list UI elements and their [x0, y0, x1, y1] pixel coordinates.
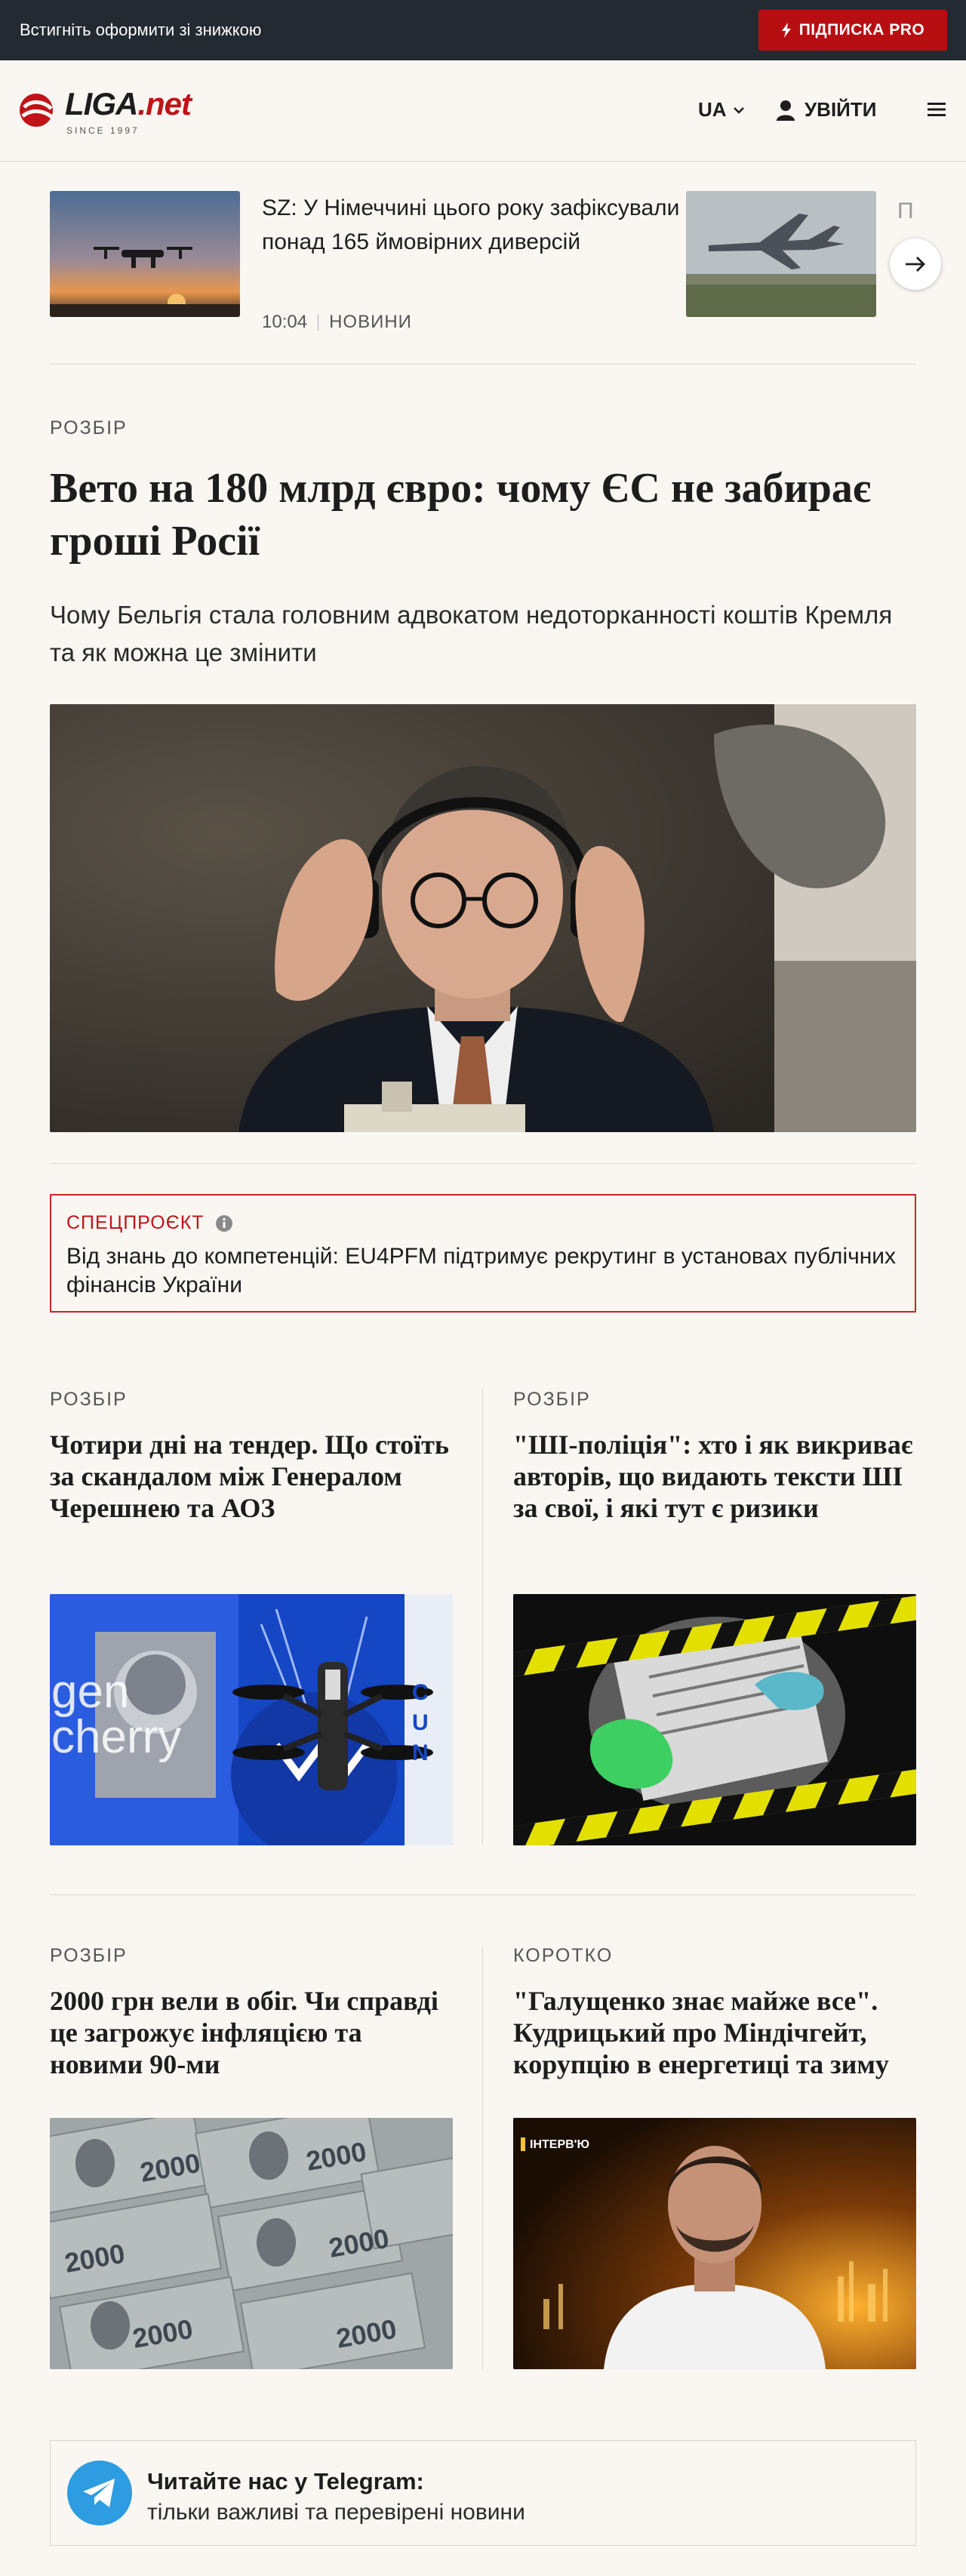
article-card[interactable]: РОЗБІР 2000 грн вели в обіг. Чи справді … [50, 1945, 453, 2080]
main-article-lead: Чому Бельгія стала головним адвокатом не… [50, 601, 893, 666]
divider [50, 1163, 916, 1164]
article-card[interactable]: КОРОТКО "Галущенко знає майже все". Кудр… [513, 1945, 916, 2080]
promo-text: Встигніть оформити зі знижкою [20, 20, 262, 39]
carousel-next-button[interactable] [890, 239, 941, 290]
article-card-title[interactable]: "Галущенко знає майже все". Кудрицький п… [513, 1985, 916, 2080]
svg-text:C: C [412, 1680, 429, 1705]
article-card-title[interactable]: "ШІ-поліція": хто і як викриває авторів,… [513, 1429, 916, 1524]
article-card-image[interactable]: 2000 2000 2000 2000 2000 2000 [50, 2118, 453, 2369]
arrow-right-icon [906, 257, 925, 272]
divider [50, 364, 916, 365]
article-card-image[interactable]: gen cherry C U N [50, 1594, 453, 1845]
article-card-category[interactable]: РОЗБІР [50, 1389, 453, 1411]
bolt-icon [781, 23, 791, 38]
special-project-block[interactable]: СПЕЦПРОЄКТ Від знань до компетенцій: EU4… [50, 1194, 916, 1313]
logo-text: LIGA.net [65, 86, 192, 122]
divider [50, 1894, 916, 1895]
user-icon [777, 100, 795, 121]
special-project-title: Від знань до компетенцій: EU4PFM підтрим… [66, 1244, 897, 1297]
carousel-item-title[interactable]: SZ: У Німеччині цього року зафіксували п… [262, 191, 685, 259]
article-card[interactable]: РОЗБІР "ШІ-поліція": хто і як викриває а… [513, 1389, 916, 1524]
carousel-item-category[interactable]: НОВИНИ [329, 312, 412, 333]
carousel-item-image[interactable] [50, 191, 240, 317]
login-button[interactable]: УВІЙТИ [776, 98, 876, 122]
carousel-item-time: 10:04 [262, 312, 308, 332]
promo-bar: Встигніть оформити зі знижкою ПІДПИСКА P… [0, 0, 966, 60]
chevron-down-icon [733, 106, 744, 114]
article-card-category[interactable]: РОЗБІР [513, 1389, 916, 1411]
subscribe-pro-button[interactable]: ПІДПИСКА PRO [758, 10, 947, 51]
article-card-title[interactable]: Чотири дні на тендер. Що стоїть за сканд… [50, 1429, 453, 1524]
article-card-category[interactable]: РОЗБІР [50, 1945, 453, 1967]
login-label: УВІЙТИ [804, 98, 877, 121]
article-card-image[interactable]: ІНТЕРВ'Ю [513, 2118, 916, 2369]
telegram-promo[interactable]: Читайте нас у Telegram: тільки важливі т… [50, 2440, 916, 2546]
subscribe-pro-label: ПІДПИСКА PRO [798, 21, 925, 38]
svg-text:ІНТЕРВ'Ю: ІНТЕРВ'Ю [530, 2138, 589, 2151]
telegram-title: Читайте нас у Telegram: [147, 2468, 424, 2494]
article-card-category[interactable]: КОРОТКО [513, 1945, 916, 1967]
site-logo[interactable]: LIGA.net SINCE 1997 [18, 86, 222, 139]
logo-since: SINCE 1997 [66, 125, 140, 136]
divider [482, 1945, 483, 2369]
telegram-icon [67, 2461, 132, 2525]
divider [482, 1389, 483, 1845]
special-project-label: СПЕЦПРОЄКТ [66, 1212, 205, 1233]
carousel-item-meta: 10:04 НОВИНИ [262, 312, 412, 333]
site-header: LIGA.net SINCE 1997 UA УВІЙТИ [0, 60, 966, 162]
info-icon[interactable] [215, 1214, 233, 1233]
article-card[interactable]: РОЗБІР Чотири дні на тендер. Що стоїть з… [50, 1389, 453, 1524]
logo-mark-icon [20, 94, 54, 127]
language-value: UA [698, 98, 727, 121]
svg-text:U: U [412, 1710, 429, 1735]
news-carousel: SZ: У Німеччині цього року зафіксували п… [50, 191, 916, 342]
carousel-peek-title: П [897, 199, 914, 223]
svg-text:N: N [412, 1740, 429, 1765]
menu-icon[interactable] [927, 100, 946, 119]
article-card-image[interactable] [513, 1594, 916, 1845]
main-article-image[interactable] [50, 704, 916, 1132]
svg-text:cherry: cherry [51, 1711, 181, 1763]
svg-text:gen: gen [51, 1666, 129, 1718]
special-project-label-row: СПЕЦПРОЄКТ [66, 1212, 233, 1234]
carousel-item-image[interactable] [686, 191, 876, 317]
article-card-title[interactable]: 2000 грн вели в обіг. Чи справді це загр… [50, 1985, 453, 2080]
telegram-subtitle: тільки важливі та перевірені новини [147, 2500, 525, 2525]
main-article-category[interactable]: РОЗБІР [50, 417, 128, 439]
language-select[interactable]: UA [698, 98, 745, 122]
main-article-title[interactable]: Вето на 180 млрд євро: чому ЄС не забира… [50, 462, 918, 568]
